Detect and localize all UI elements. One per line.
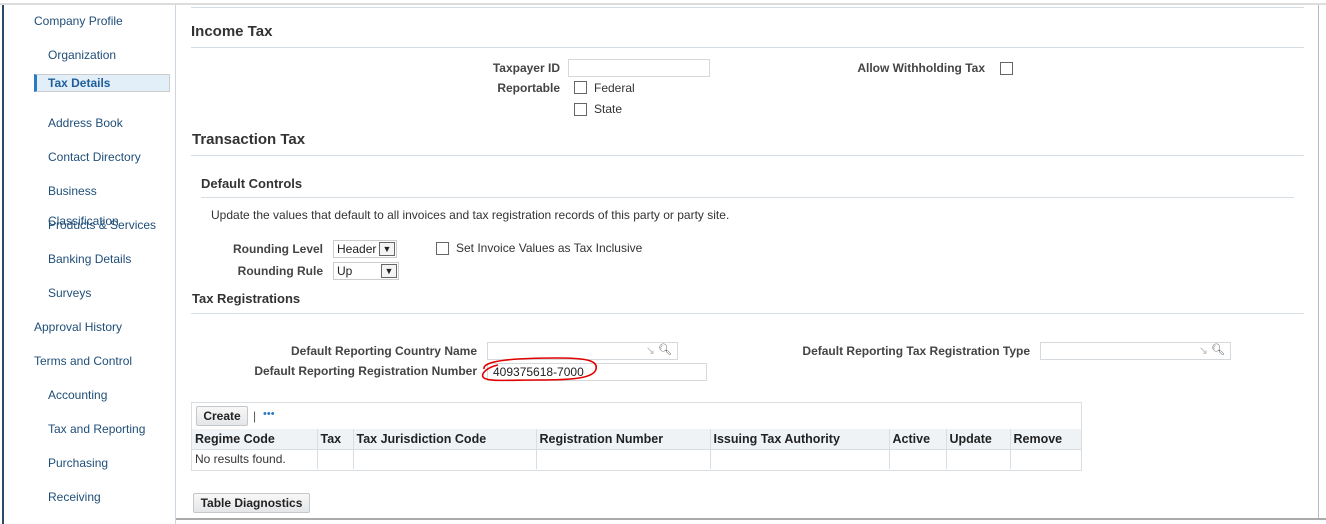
transaction-tax-heading: Transaction Tax (192, 131, 306, 148)
federal-label: Federal (594, 81, 635, 95)
cell (1010, 448, 1081, 469)
rounding-rule-value: Up (337, 264, 353, 278)
cell (946, 448, 1011, 469)
sidebar-item-products-services[interactable]: Products & Services (34, 210, 170, 240)
expand-icon: ↘ (645, 345, 655, 357)
col-jurisdiction[interactable]: Tax Jurisdiction Code (353, 429, 537, 449)
col-update: Update (946, 429, 1011, 449)
cell (710, 448, 890, 469)
sidebar-item-tax-and-reporting[interactable]: Tax and Reporting (34, 414, 170, 444)
registrations-table-panel: Create | ••• Regime Code Tax Tax Jurisdi… (191, 402, 1082, 471)
sidebar-nav: Company Profile Organization Tax Details… (4, 5, 176, 524)
reg-type-label: Default Reporting Tax Registration Type (802, 344, 1030, 358)
sidebar-item-tax-details[interactable]: Tax Details (34, 74, 170, 92)
tax-inclusive-checkbox[interactable] (436, 242, 449, 255)
sidebar-item-terms-and-control[interactable]: Terms and Control (34, 346, 170, 376)
bottom-border (176, 518, 1326, 520)
default-controls-heading: Default Controls (201, 176, 303, 191)
more-actions-icon[interactable]: ••• (263, 408, 275, 420)
allow-withholding-label: Allow Withholding Tax (857, 61, 985, 75)
sidebar-item-banking-details[interactable]: Banking Details (34, 244, 170, 274)
rounding-level-value: Header (337, 242, 377, 256)
sidebar-item-business-classification[interactable]: Business Classification (34, 176, 170, 228)
search-icon[interactable]: 🔍︎ (658, 343, 672, 356)
tax-inclusive-label: Set Invoice Values as Tax Inclusive (456, 241, 643, 255)
cell (353, 448, 537, 469)
divider (191, 155, 1304, 156)
sidebar-item-receiving[interactable]: Receiving (34, 482, 170, 512)
country-name-label: Default Reporting Country Name (290, 344, 477, 358)
toolbar-separator: | (253, 409, 257, 423)
rounding-rule-select[interactable]: Up ▼ (333, 262, 399, 280)
cell (317, 448, 354, 469)
rounding-level-label: Rounding Level (233, 242, 323, 256)
red-circle-annotation (481, 357, 597, 382)
sidebar-item-address-book[interactable]: Address Book (34, 108, 170, 138)
sidebar-item-accounting[interactable]: Accounting (34, 380, 170, 410)
reg-type-input[interactable]: ↘ 🔍︎ (1040, 342, 1231, 360)
scroll-edge (1318, 5, 1319, 520)
expand-icon: ↘ (1198, 345, 1208, 357)
sidebar-item-company-profile[interactable]: Company Profile (34, 6, 170, 36)
table-diagnostics-button[interactable]: Table Diagnostics (193, 493, 310, 513)
sidebar-item-surveys[interactable]: Surveys (34, 278, 170, 308)
sidebar-item-organization[interactable]: Organization (34, 40, 170, 70)
taxpayer-id-label: Taxpayer ID (492, 61, 560, 75)
reg-number-label: Default Reporting Registration Number (254, 364, 477, 378)
top-border (0, 3, 1326, 5)
top-divider (191, 7, 1304, 8)
empty-message: No results found. (192, 448, 318, 469)
cell (889, 448, 947, 469)
divider (201, 197, 1294, 198)
state-label: State (594, 102, 623, 116)
table-header-row: Regime Code Tax Tax Jurisdiction Code Re… (192, 429, 1081, 449)
taxpayer-id-input[interactable] (568, 59, 710, 77)
rounding-rule-label: Rounding Rule (237, 264, 323, 278)
col-registration-number[interactable]: Registration Number (536, 429, 711, 449)
search-icon[interactable]: 🔍︎ (1211, 343, 1225, 356)
cell (536, 448, 711, 469)
table-row: No results found. (192, 448, 1081, 469)
col-issuing-authority[interactable]: Issuing Tax Authority (710, 429, 890, 449)
sidebar-item-contact-directory[interactable]: Contact Directory (34, 142, 170, 172)
income-tax-heading: Income Tax (191, 23, 273, 40)
divider (191, 313, 1304, 314)
rounding-level-select[interactable]: Header ▼ (333, 240, 397, 258)
col-active[interactable]: Active (889, 429, 947, 449)
col-regime-code[interactable]: Regime Code (192, 429, 318, 449)
registrations-table: Regime Code Tax Tax Jurisdiction Code Re… (192, 429, 1081, 469)
default-controls-description: Update the values that default to all in… (211, 208, 730, 222)
col-remove: Remove (1010, 429, 1081, 449)
create-button[interactable]: Create (196, 406, 248, 426)
col-tax[interactable]: Tax (317, 429, 354, 449)
sidebar-item-approval-history[interactable]: Approval History (34, 312, 170, 342)
sidebar-item-purchasing[interactable]: Purchasing (34, 448, 170, 478)
divider (191, 47, 1304, 48)
tax-registrations-heading: Tax Registrations (192, 291, 301, 306)
federal-checkbox[interactable] (574, 81, 587, 94)
allow-withholding-checkbox[interactable] (1000, 62, 1013, 75)
state-checkbox[interactable] (574, 103, 587, 116)
chevron-down-icon: ▼ (381, 264, 397, 278)
chevron-down-icon: ▼ (379, 242, 395, 256)
reportable-label: Reportable (497, 81, 560, 95)
